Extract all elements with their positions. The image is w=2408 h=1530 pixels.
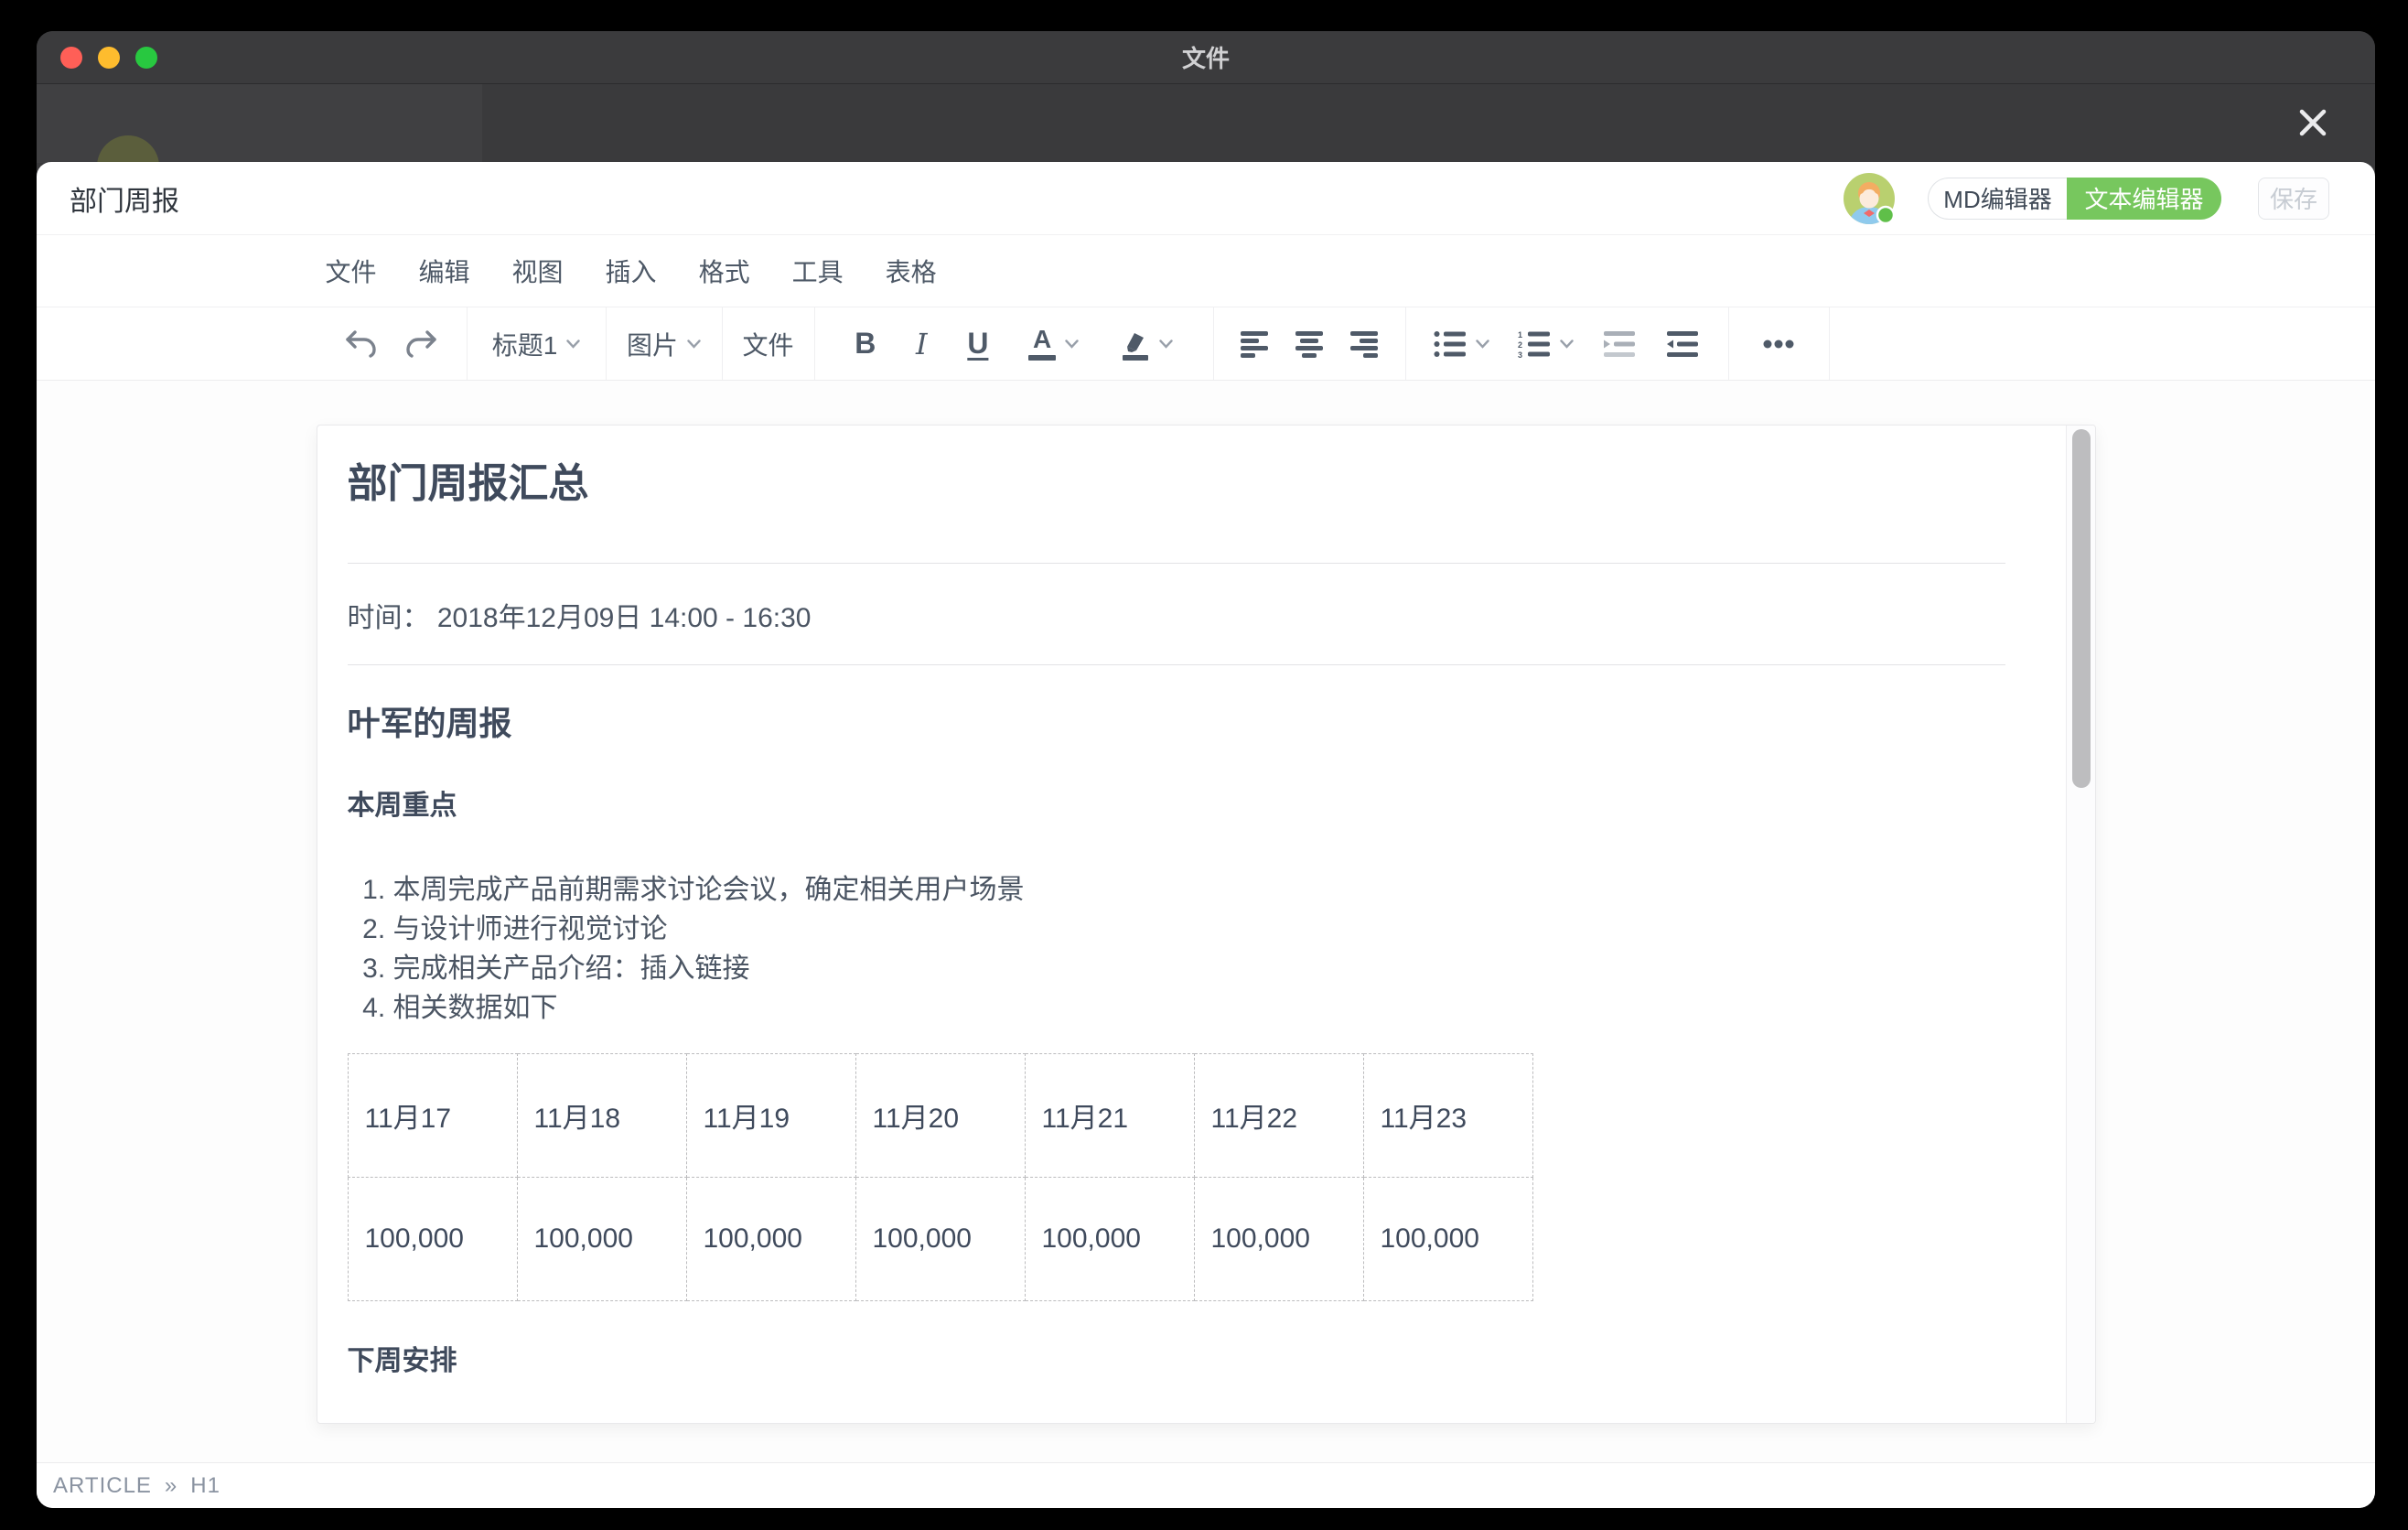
breadcrumb-section[interactable]: ARTICLE	[53, 1473, 152, 1499]
breadcrumb-element[interactable]: H1	[190, 1473, 220, 1499]
insert-file-button[interactable]: 文件	[742, 326, 793, 362]
table-cell[interactable]: 100,000	[855, 1178, 1025, 1301]
svg-text:1: 1	[1518, 330, 1522, 339]
macos-titlebar: 文件	[37, 31, 2375, 84]
toolbar: 标题1 图片 文件 B I	[37, 307, 2375, 381]
doc-heading-1[interactable]: 部门周报汇总	[348, 455, 2005, 513]
app-window: 文件 部门周报	[37, 31, 2375, 1508]
editor-sheet: 部门周报 MD编辑器 文本编辑器	[37, 162, 2375, 1508]
svg-text:3: 3	[1518, 350, 1522, 358]
traffic-lights	[60, 47, 157, 69]
heading-style-select[interactable]: 标题1	[492, 326, 581, 362]
status-bar: ARTICLE » H1	[37, 1462, 2375, 1508]
table-cell[interactable]: 100,000	[1363, 1178, 1532, 1301]
minimize-window-button[interactable]	[98, 47, 120, 69]
svg-text:2: 2	[1518, 340, 1522, 350]
menu-tools[interactable]: 工具	[792, 253, 844, 289]
menu-table[interactable]: 表格	[886, 253, 937, 289]
doc-data-table: 11月17 11月18 11月19 11月20 11月21 11月22 11月2…	[348, 1053, 1533, 1301]
menu-format[interactable]: 格式	[699, 253, 750, 289]
align-left-icon[interactable]	[1240, 330, 1269, 358]
align-right-icon[interactable]	[1349, 330, 1379, 358]
italic-button[interactable]: I	[916, 327, 928, 361]
numbered-list-button[interactable]: 1 2 3	[1518, 330, 1574, 358]
menu-file[interactable]: 文件	[326, 253, 377, 289]
document-title: 部门周报	[70, 178, 179, 219]
numbered-list-icon: 1 2 3	[1518, 330, 1551, 358]
close-window-button[interactable]	[60, 47, 82, 69]
doc-ordered-list: 本周完成产品前期需求讨论会议，确定相关用户场景 与设计师进行视觉讨论 完成相关产…	[348, 870, 2005, 1028]
scrollbar-thumb[interactable]	[2072, 429, 2091, 788]
table-row: 11月17 11月18 11月19 11月20 11月21 11月22 11月2…	[348, 1054, 1532, 1178]
save-button[interactable]: 保存	[2258, 178, 2329, 220]
zoom-window-button[interactable]	[135, 47, 157, 69]
indent-icon[interactable]	[1665, 330, 1700, 358]
table-cell[interactable]: 100,000	[686, 1178, 855, 1301]
menu-view[interactable]: 视图	[512, 253, 564, 289]
editor-content-area: 部门周报汇总 时间： 2018年12月09日 14:00 - 16:30 叶军的…	[37, 381, 2375, 1462]
app-backdrop	[37, 84, 2375, 163]
table-cell[interactable]: 100,000	[517, 1178, 686, 1301]
chevron-down-icon	[687, 339, 701, 349]
list-item[interactable]: 与设计师进行视觉讨论	[393, 910, 2005, 949]
bullet-list-button[interactable]	[1434, 330, 1489, 358]
editor-mode-switch: MD编辑器 文本编辑器	[1928, 178, 2221, 220]
close-icon[interactable]	[2287, 97, 2338, 148]
list-item[interactable]: 本周完成产品前期需求讨论会议，确定相关用户场景	[393, 870, 2005, 910]
menu-insert[interactable]: 插入	[606, 253, 657, 289]
underline-button[interactable]: U	[967, 327, 988, 361]
undo-icon[interactable]	[343, 328, 378, 361]
md-editor-tab[interactable]: MD编辑器	[1928, 178, 2067, 220]
chevron-down-icon	[1159, 339, 1173, 349]
insert-image-button[interactable]: 图片	[627, 326, 701, 362]
redo-icon[interactable]	[404, 328, 439, 361]
chevron-down-icon	[1476, 339, 1489, 349]
user-avatar[interactable]	[1844, 173, 1895, 224]
table-cell[interactable]: 11月23	[1363, 1054, 1532, 1178]
doc-time-line[interactable]: 时间： 2018年12月09日 14:00 - 16:30	[348, 600, 2005, 637]
document-canvas[interactable]: 部门周报汇总 时间： 2018年12月09日 14:00 - 16:30 叶军的…	[317, 425, 2096, 1424]
table-cell[interactable]: 11月21	[1025, 1054, 1194, 1178]
table-cell[interactable]: 11月20	[855, 1054, 1025, 1178]
text-editor-tab[interactable]: 文本编辑器	[2067, 178, 2221, 220]
table-cell[interactable]: 11月22	[1194, 1054, 1363, 1178]
highlighter-icon	[1119, 328, 1150, 361]
document-header: 部门周报 MD编辑器 文本编辑器	[37, 162, 2375, 235]
table-cell[interactable]: 11月18	[517, 1054, 686, 1178]
doc-heading-2[interactable]: 叶军的周报	[348, 704, 2005, 744]
scrollbar-track[interactable]	[2066, 426, 2095, 1423]
breadcrumb-separator: »	[165, 1473, 177, 1499]
window-title: 文件	[1182, 40, 1230, 74]
list-item[interactable]: 完成相关产品介绍：插入链接	[393, 949, 2005, 988]
table-cell[interactable]: 100,000	[1025, 1178, 1194, 1301]
more-options-icon[interactable]	[1762, 339, 1795, 350]
font-color-button[interactable]: A	[1028, 327, 1079, 361]
table-cell[interactable]: 100,000	[348, 1178, 517, 1301]
table-row: 100,000 100,000 100,000 100,000 100,000 …	[348, 1178, 1532, 1301]
chevron-down-icon	[1065, 339, 1079, 349]
chevron-down-icon	[566, 339, 580, 349]
doc-heading-3[interactable]: 本周重点	[348, 790, 2005, 823]
list-item[interactable]: 相关数据如下	[393, 988, 2005, 1028]
horizontal-rule	[348, 563, 2005, 564]
bullet-list-icon	[1434, 330, 1467, 358]
menu-bar: 文件 编辑 视图 插入 格式 工具 表格	[37, 235, 2375, 307]
chevron-down-icon	[1560, 339, 1574, 349]
table-cell[interactable]: 11月19	[686, 1054, 855, 1178]
doc-heading-3[interactable]: 下周安排	[348, 1345, 2005, 1378]
highlight-color-button[interactable]	[1119, 328, 1173, 361]
horizontal-rule	[348, 664, 2005, 665]
menu-edit[interactable]: 编辑	[419, 253, 470, 289]
align-center-icon[interactable]	[1295, 330, 1324, 358]
table-cell[interactable]: 11月17	[348, 1054, 517, 1178]
table-cell[interactable]: 100,000	[1194, 1178, 1363, 1301]
bold-button[interactable]: B	[855, 327, 876, 361]
outdent-icon[interactable]	[1602, 330, 1637, 358]
